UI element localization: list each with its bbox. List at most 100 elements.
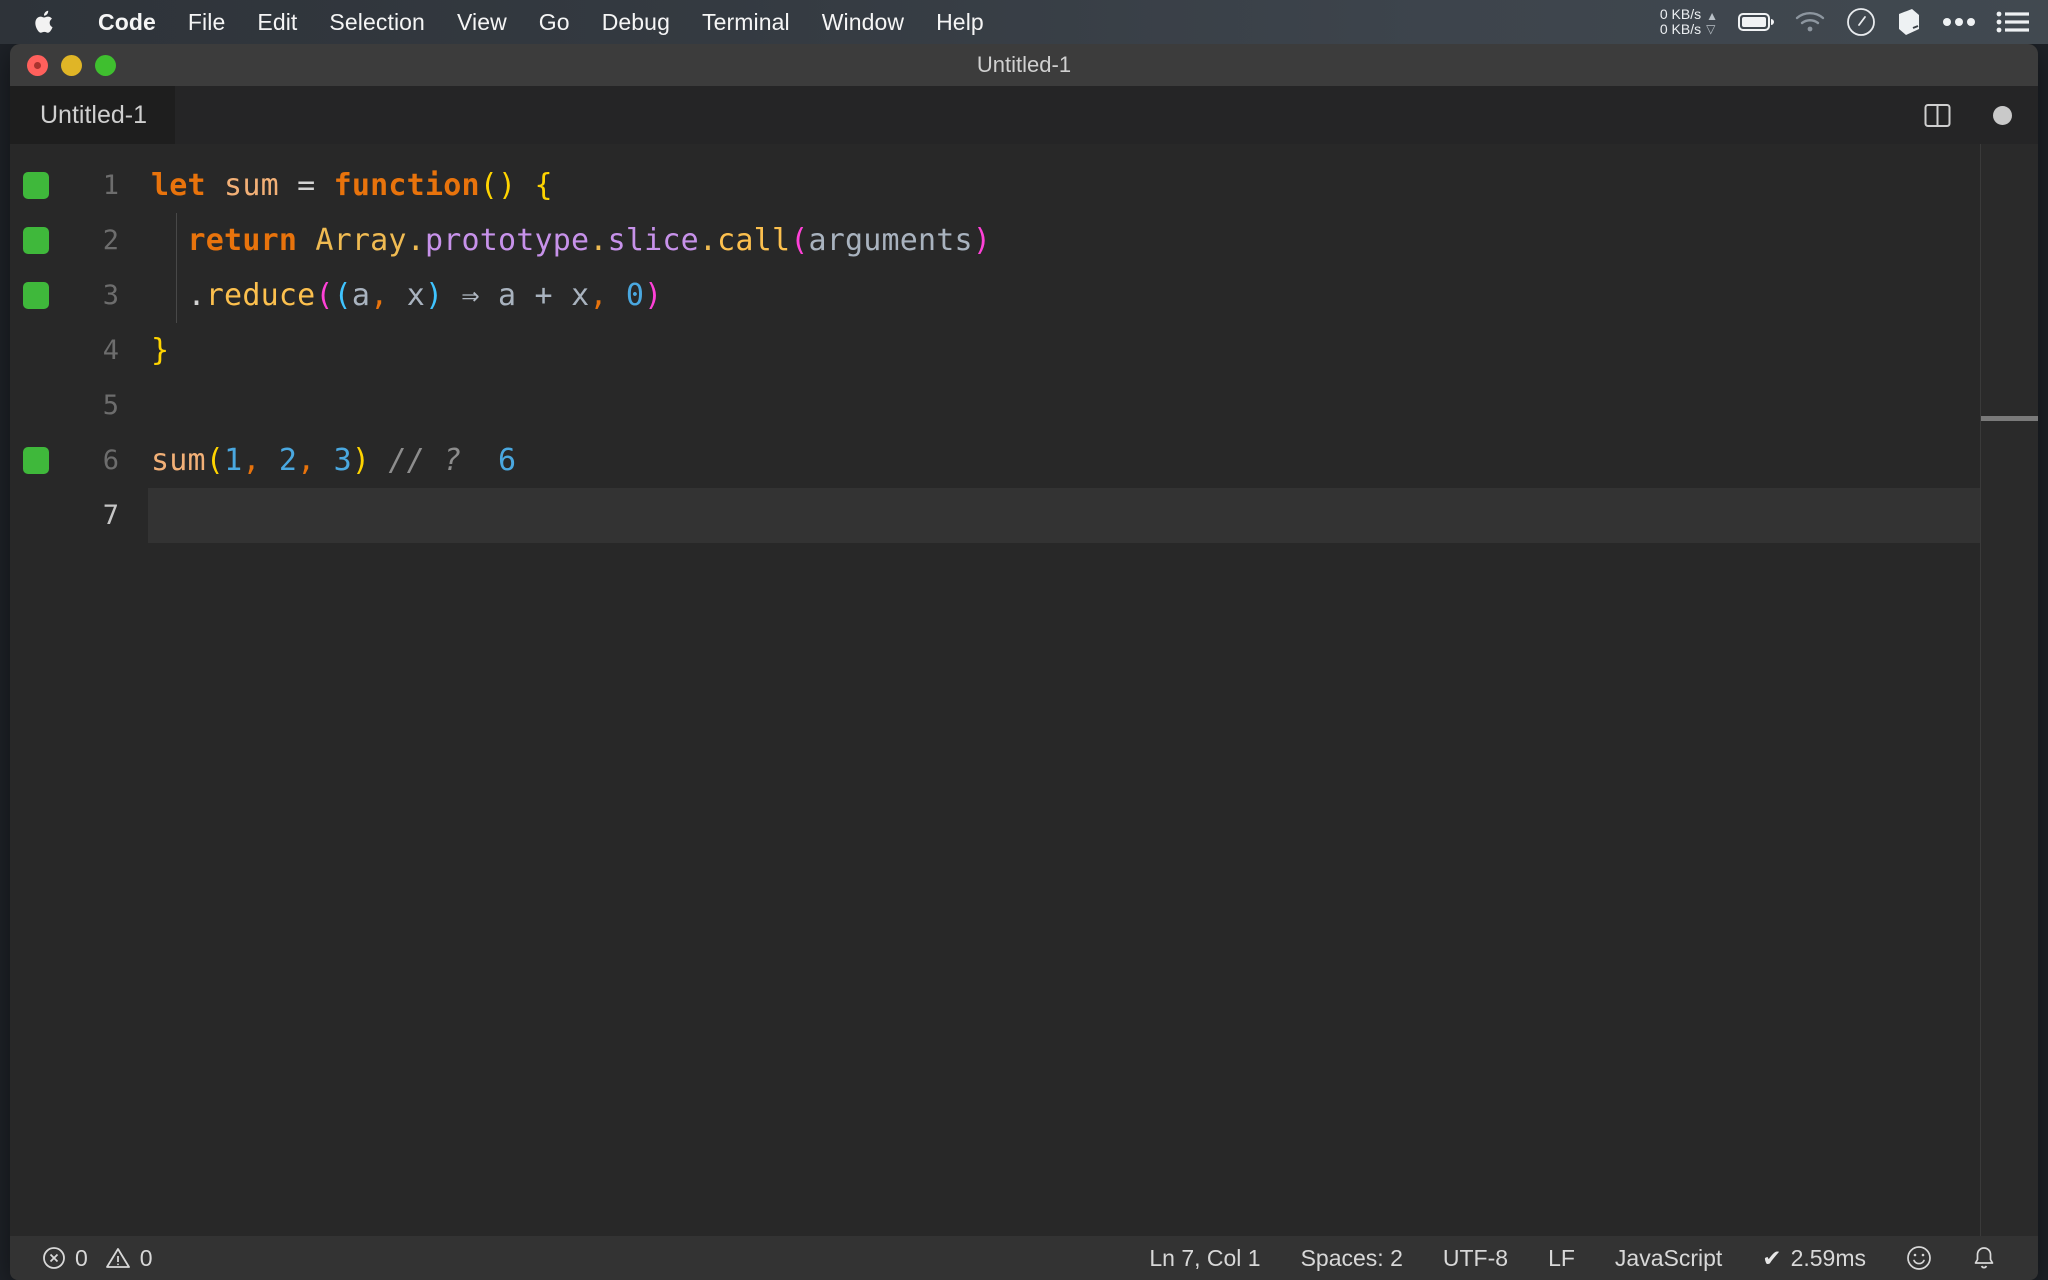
- cursor-position[interactable]: Ln 7, Col 1: [1129, 1245, 1280, 1272]
- token-number-1: 1: [224, 443, 243, 478]
- language-mode[interactable]: JavaScript: [1595, 1245, 1742, 1272]
- menu-item-file[interactable]: File: [172, 0, 241, 44]
- code-line-2[interactable]: 2 return Array.prototype.slice.call(argu…: [10, 213, 2038, 268]
- menu-item-go[interactable]: Go: [523, 0, 586, 44]
- token-parens-empty: (): [479, 168, 517, 203]
- code-line-6-text: sum(1, 2, 3) // ? 6: [133, 443, 516, 478]
- battery-icon[interactable]: [1738, 12, 1774, 32]
- code-editor[interactable]: 1 let sum = function() { 2 return Array.…: [10, 144, 2038, 1236]
- token-comma-2: ,: [589, 278, 608, 313]
- macos-menu-bar: Code File Edit Selection View Go Debug T…: [0, 0, 2048, 44]
- apple-logo-icon[interactable]: [34, 9, 56, 35]
- code-line-5[interactable]: 5: [10, 378, 2038, 433]
- token-class-array: Array: [297, 223, 407, 258]
- token-dot-3: .: [698, 223, 718, 258]
- token-method-call: call: [717, 223, 791, 258]
- token-paren-close-outer: ): [644, 278, 663, 313]
- network-download-speed: 0 KB/s: [1659, 21, 1702, 37]
- status-bar-left: 0 0: [34, 1245, 161, 1272]
- network-speed-indicator[interactable]: 0 KB/s 0 KB/s ▲ ▽: [1659, 6, 1718, 38]
- gutter-marker-6[interactable]: [23, 447, 49, 474]
- wifi-icon[interactable]: [1794, 11, 1826, 33]
- indentation-setting[interactable]: Spaces: 2: [1281, 1245, 1423, 1272]
- token-identifier-sum: sum: [205, 168, 298, 203]
- gutter-marker-2[interactable]: [23, 227, 49, 254]
- smiley-icon: [1906, 1245, 1932, 1271]
- code-line-4[interactable]: 4 }: [10, 323, 2038, 378]
- cube-icon[interactable]: [1896, 7, 1922, 37]
- split-editor-icon[interactable]: [1924, 102, 1951, 129]
- error-circle-icon: [42, 1246, 66, 1270]
- bell-icon: [1972, 1245, 1996, 1271]
- token-dot-1: .: [406, 223, 425, 258]
- token-method-reduce: reduce: [205, 278, 316, 313]
- ellipsis-icon[interactable]: [1942, 17, 1976, 27]
- token-paren-close-call: ): [351, 443, 371, 478]
- token-paren-close-m: ): [972, 223, 992, 258]
- menu-item-edit[interactable]: Edit: [241, 0, 313, 44]
- token-keyword-return: return: [187, 223, 298, 258]
- token-number-3: 3: [315, 443, 352, 478]
- encoding-setting[interactable]: UTF-8: [1423, 1245, 1528, 1272]
- code-line-4-text: }: [133, 333, 169, 368]
- minimize-button[interactable]: [61, 54, 82, 76]
- feedback-button[interactable]: [1886, 1245, 1952, 1271]
- token-keyword-function: function: [333, 168, 480, 203]
- gutter-marker-3[interactable]: [23, 282, 49, 309]
- editor-tab-untitled-1[interactable]: Untitled-1: [10, 86, 175, 144]
- token-brace-close: }: [151, 333, 170, 368]
- editor-actions: [1924, 86, 2012, 144]
- status-bar: 0 0 Ln 7, Col 1 Spaces: 2 UTF-8 LF JavaS…: [10, 1236, 2038, 1280]
- token-brace-open: {: [516, 168, 553, 203]
- close-button[interactable]: [27, 54, 48, 76]
- token-param-a: a: [351, 278, 371, 313]
- token-paren-open-outer: (: [315, 278, 334, 313]
- menu-item-debug[interactable]: Debug: [586, 0, 686, 44]
- list-icon[interactable]: [1996, 10, 2030, 34]
- active-line-highlight: [148, 488, 1980, 543]
- token-dot-2: .: [589, 223, 608, 258]
- menu-item-selection[interactable]: Selection: [313, 0, 441, 44]
- menu-item-help[interactable]: Help: [920, 0, 1000, 44]
- unsaved-indicator-dot[interactable]: [1993, 105, 2012, 125]
- problems-indicator[interactable]: 0 0: [34, 1245, 161, 1272]
- code-line-1-text: let sum = function() {: [133, 168, 553, 203]
- line-number-7: 7: [102, 500, 119, 531]
- menu-item-view[interactable]: View: [441, 0, 523, 44]
- tab-label: Untitled-1: [40, 100, 147, 129]
- upload-arrow-icon: ▲: [1706, 8, 1718, 23]
- token-comma-1: ,: [370, 278, 389, 313]
- line-number-5: 5: [102, 390, 119, 421]
- code-line-7[interactable]: 7: [10, 488, 2038, 543]
- vscode-window: Untitled-1 Untitled-1 1 let sum = functi…: [10, 44, 2038, 1280]
- check-mark-icon: ✔: [1762, 1244, 1782, 1271]
- quokka-timing[interactable]: ✔ 2.59ms: [1742, 1245, 1886, 1272]
- window-controls: [27, 54, 116, 76]
- token-param-x: x: [388, 278, 425, 313]
- timing-value: 2.59ms: [1790, 1244, 1866, 1271]
- code-line-1[interactable]: 1 let sum = function() {: [10, 158, 2038, 213]
- token-comma-b: ,: [297, 443, 316, 478]
- token-operator-assign: =: [297, 168, 334, 203]
- menu-item-code[interactable]: Code: [82, 0, 172, 44]
- menu-bar-status-items: 0 KB/s 0 KB/s ▲ ▽: [1660, 0, 2030, 44]
- token-paren-open-inner: (: [333, 278, 352, 313]
- gauge-icon[interactable]: [1846, 7, 1876, 37]
- menu-item-terminal[interactable]: Terminal: [686, 0, 806, 44]
- menu-item-window[interactable]: Window: [806, 0, 920, 44]
- token-paren-open-call: (: [205, 443, 225, 478]
- editor-overview-ruler[interactable]: [1980, 144, 2038, 1236]
- code-lines: 1 let sum = function() { 2 return Array.…: [10, 158, 2038, 543]
- gutter-marker-1[interactable]: [23, 172, 49, 199]
- notifications-button[interactable]: [1952, 1245, 2016, 1271]
- overview-ruler-marker: [1981, 416, 2038, 421]
- eol-setting[interactable]: LF: [1528, 1245, 1595, 1272]
- window-title: Untitled-1: [976, 52, 1072, 77]
- error-count: 0: [75, 1244, 88, 1271]
- code-line-3[interactable]: 3 .reduce((a, x) ⇒ a + x, 0): [10, 268, 2038, 323]
- code-line-6[interactable]: 6 sum(1, 2, 3) // ? 6: [10, 433, 2038, 488]
- token-inline-result: 6: [498, 443, 517, 478]
- maximize-button[interactable]: [95, 54, 116, 76]
- token-property-slice: slice: [607, 223, 699, 258]
